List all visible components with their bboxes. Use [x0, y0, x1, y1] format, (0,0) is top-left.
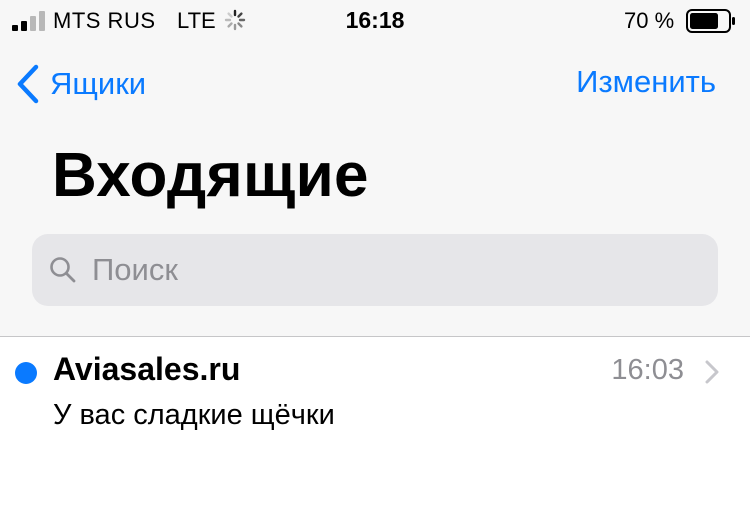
battery-percentage: 70 % [624, 8, 675, 33]
header-area: MTS RUS LTE 16:18 70 % Ящики Изменить Вх… [0, 0, 750, 337]
search-icon [50, 257, 76, 283]
message-sender: Aviasales.ru [53, 351, 241, 387]
status-bar: MTS RUS LTE 16:18 70 % [0, 0, 750, 40]
page-title: Входящие [52, 141, 369, 210]
back-button-label: Ящики [50, 66, 147, 101]
edit-button[interactable]: Изменить [576, 64, 716, 100]
search-bar[interactable] [32, 234, 718, 306]
search-input[interactable] [92, 252, 692, 288]
unread-indicator [15, 362, 37, 384]
battery-icon [686, 9, 735, 33]
chevron-right-icon [705, 360, 719, 384]
message-row[interactable]: Aviasales.ru 16:03 У вас сладкие щёчки [0, 337, 750, 447]
chevron-left-icon [17, 64, 39, 104]
message-time: 16:03 [611, 354, 684, 386]
message-subject: У вас сладкие щёчки [53, 399, 335, 431]
back-button[interactable]: Ящики [14, 62, 146, 106]
